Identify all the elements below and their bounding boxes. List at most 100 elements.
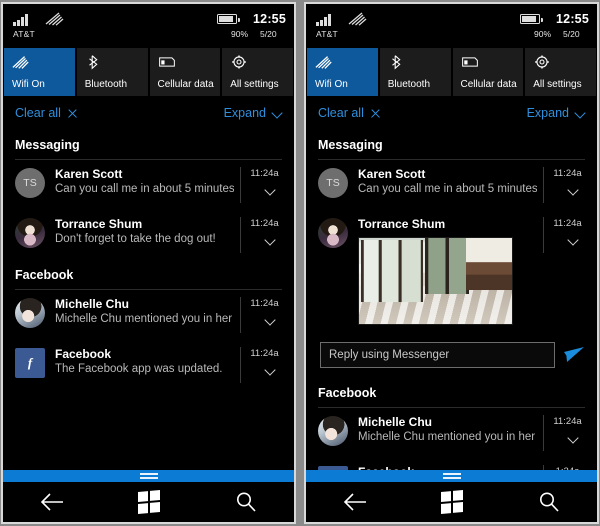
group-header-facebook: Facebook <box>318 386 377 400</box>
status-bar: AT&T 12:55 90% 5/20 <box>3 4 294 48</box>
sim-card-icon <box>158 57 175 67</box>
quick-action-all-settings[interactable]: All settings <box>525 48 596 96</box>
windows-logo-icon <box>137 490 160 514</box>
status-right-cluster: 12:55 90% 5/20 <box>520 12 589 39</box>
drag-handle-icon <box>139 472 158 479</box>
phone-right-expanded: AT&T 12:55 90% 5/20 Wifi On Bluetooth Ce… <box>304 2 599 524</box>
notification-row[interactable]: Torrance Shum Don't forget to take the d… <box>3 210 294 260</box>
group-header-messaging: Messaging <box>15 138 80 152</box>
notification-meta: 11:24a <box>240 347 288 383</box>
group-header-messaging: Messaging <box>318 138 383 152</box>
back-button[interactable] <box>333 489 377 515</box>
facebook-app-icon: f <box>15 348 45 378</box>
search-button[interactable] <box>224 489 268 515</box>
chevron-down-icon <box>272 108 282 118</box>
drag-handle[interactable] <box>306 470 597 482</box>
clear-all-label: Clear all <box>15 106 61 120</box>
notification-text: Facebook The Facebook app was updated. <box>45 347 240 375</box>
notification-title: Torrance Shum <box>55 217 143 231</box>
avatar <box>318 416 348 446</box>
avatar: TS <box>318 168 348 198</box>
battery-icon <box>217 14 240 24</box>
notification-row[interactable]: f Facebook The Facebook app was updated.… <box>3 340 294 390</box>
home-button[interactable] <box>430 489 474 515</box>
date-label: 5/20 <box>260 29 277 39</box>
notification-text: Karen Scott Can you call me in about 5 m… <box>45 167 240 195</box>
image-window-left <box>361 240 423 302</box>
notification-body: Can you call me in about 5 minutes? <box>55 183 234 195</box>
notification-body: The Facebook app was updated. <box>55 363 223 375</box>
nav-bar <box>3 482 294 522</box>
expand-label: Expand <box>526 106 569 120</box>
clock-label: 12:55 <box>556 12 589 26</box>
nav-bar <box>306 482 597 522</box>
search-icon <box>539 492 559 512</box>
notification-meta: 11:24a <box>240 297 288 333</box>
quick-actions-row: Wifi On Bluetooth Cellular data All sett… <box>306 48 597 96</box>
quick-action-cellular-data[interactable]: Cellular data <box>149 48 221 96</box>
notification-list-left[interactable]: Messaging TS Karen Scott Can you call me… <box>3 130 294 470</box>
send-button[interactable] <box>563 345 585 365</box>
expand-button[interactable]: Expand <box>527 106 585 120</box>
chevron-down-icon <box>575 108 585 118</box>
notification-time: 11:24a <box>250 348 279 359</box>
notification-body: Michelle Chu mentioned you in her <box>55 313 233 325</box>
notification-body: Michelle Chu mentioned you in her commen… <box>358 431 537 443</box>
clear-all-button[interactable]: Clear all <box>15 106 78 120</box>
quick-action-label: Wifi On <box>12 79 45 90</box>
notification-row[interactable]: f Facebook The Facebook app was updated.… <box>306 458 597 470</box>
notification-row[interactable]: TS Karen Scott Can you call me in about … <box>306 160 597 210</box>
quick-action-all-settings[interactable]: All settings <box>222 48 293 96</box>
notification-title: Torrance Shum <box>358 217 446 231</box>
notification-title: Michelle Chu <box>358 415 433 429</box>
notification-meta: 1:24a <box>543 465 591 470</box>
notification-text: Facebook The Facebook app was updated. <box>348 465 543 470</box>
home-button[interactable] <box>127 489 171 515</box>
quick-action-label: Bluetooth <box>84 79 128 90</box>
image-window-center <box>425 238 469 294</box>
notification-row[interactable]: TS Karen Scott Can you call me in about … <box>3 160 294 210</box>
notification-text: Torrance Shum Don't forget to take the d… <box>45 217 240 245</box>
back-arrow-icon <box>343 493 366 511</box>
notification-title: Karen Scott <box>55 167 123 181</box>
drag-handle[interactable] <box>3 470 294 482</box>
notification-title: Facebook <box>358 465 537 470</box>
close-icon <box>370 108 381 119</box>
notification-row-expanded[interactable]: Torrance Shum 11:24a <box>306 210 597 336</box>
notification-attachment-image[interactable] <box>358 237 513 325</box>
quick-action-bluetooth[interactable]: Bluetooth <box>379 48 451 96</box>
notification-time: 11:24a <box>553 168 582 179</box>
quick-action-bluetooth[interactable]: Bluetooth <box>76 48 148 96</box>
signal-bars-icon <box>13 14 28 26</box>
carrier-label: AT&T <box>13 29 35 39</box>
quick-action-wifi[interactable]: Wifi On <box>4 48 75 96</box>
search-button[interactable] <box>527 489 571 515</box>
notification-list-right[interactable]: Messaging TS Karen Scott Can you call me… <box>306 130 597 470</box>
notification-time: 11:24a <box>250 218 279 229</box>
reply-input[interactable]: Reply using Messenger <box>320 342 555 368</box>
notification-meta: 11:24a <box>240 167 288 203</box>
expand-button[interactable]: Expand <box>224 106 282 120</box>
avatar-initials: TS <box>23 177 37 189</box>
action-row: Clear all Expand <box>306 96 597 130</box>
notification-text: Michelle Chu Michelle Chu mentioned you … <box>45 297 240 325</box>
quick-action-wifi[interactable]: Wifi On <box>307 48 378 96</box>
quick-action-label: Wifi On <box>315 79 348 90</box>
notification-time: 11:24a <box>553 416 582 427</box>
avatar-initials: TS <box>326 177 340 189</box>
clock-label: 12:55 <box>253 12 286 26</box>
quick-action-cellular-data[interactable]: Cellular data <box>452 48 524 96</box>
bluetooth-icon <box>88 55 98 70</box>
notification-time: 11:24a <box>250 168 279 179</box>
notification-row[interactable]: Michelle Chu Michelle Chu mentioned you … <box>3 290 294 340</box>
clear-all-button[interactable]: Clear all <box>318 106 381 120</box>
notification-body: Don't forget to take the dog out! <box>55 233 216 245</box>
notification-title: Karen Scott <box>358 167 426 181</box>
sim-card-icon <box>461 57 478 67</box>
quick-action-label: Bluetooth <box>387 79 431 90</box>
action-row: Clear all Expand <box>3 96 294 130</box>
back-button[interactable] <box>30 489 74 515</box>
notification-row[interactable]: Michelle Chu Michelle Chu mentioned you … <box>306 408 597 458</box>
send-icon <box>564 347 584 362</box>
quick-action-label: Cellular data <box>157 79 214 90</box>
